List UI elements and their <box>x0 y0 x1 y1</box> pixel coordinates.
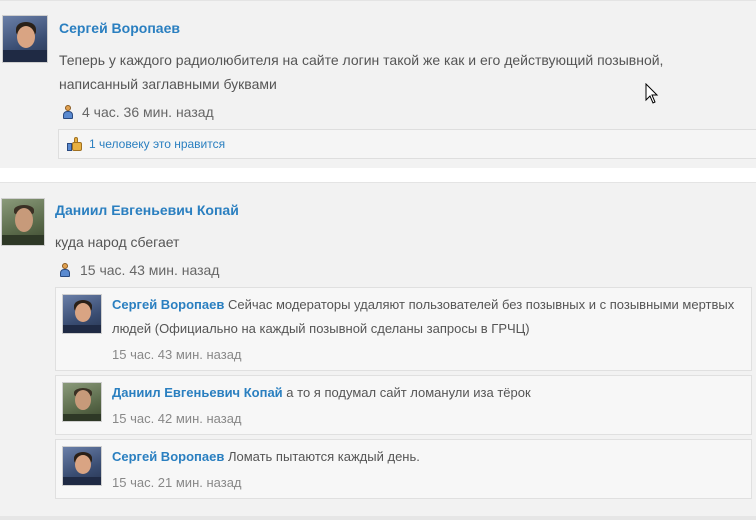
post-text: куда народ сбегает <box>55 234 180 250</box>
post-text: Теперь у каждого радиолюбителя на сайте … <box>59 52 664 92</box>
reply-body: а то я подумал сайт ломанули иза тёрок <box>286 385 531 400</box>
likes-bar: 1 человеку это нравится <box>58 129 756 159</box>
reply-text: Сергей Воропаев Ломать пытаются каждый д… <box>112 445 747 469</box>
reply-text: Даниил Евгеньевич Копай а то я подумал с… <box>112 381 747 405</box>
user-icon <box>62 105 74 121</box>
likes-link[interactable]: 1 человеку это нравится <box>89 137 225 151</box>
avatar[interactable] <box>62 446 102 486</box>
timestamp: 4 час. 36 мин. назад <box>82 104 214 120</box>
reply-text: Сергей Воропаев Сейчас модераторы удаляю… <box>112 293 747 341</box>
avatar[interactable] <box>1 198 45 246</box>
user-icon <box>59 263 71 279</box>
mouse-pointer-icon <box>645 83 659 104</box>
divider <box>0 170 756 172</box>
post-sergey: Сергей Воропаев Теперь у каждого радиолю… <box>0 0 756 168</box>
reply-item: Сергей Воропаев Ломать пытаются каждый д… <box>55 439 752 499</box>
reply-author[interactable]: Даниил Евгеньевич Копай <box>112 385 283 400</box>
avatar[interactable] <box>62 294 102 334</box>
reply-timestamp: 15 час. 21 мин. назад <box>112 475 242 490</box>
reply-item: Сергей Воропаев Сейчас модераторы удаляю… <box>55 287 752 371</box>
reply-author[interactable]: Сергей Воропаев <box>112 297 224 312</box>
divider <box>0 516 756 520</box>
author-name[interactable]: Даниил Евгеньевич Копай <box>55 202 239 218</box>
post-daniil: Даниил Евгеньевич Копай куда народ сбега… <box>0 182 756 520</box>
reply-timestamp: 15 час. 43 мин. назад <box>112 347 242 362</box>
reply-body: Ломать пытаются каждый день. <box>227 449 420 464</box>
author-name[interactable]: Сергей Воропаев <box>59 20 180 36</box>
timestamp: 15 час. 43 мин. назад <box>80 262 220 278</box>
reply-timestamp: 15 час. 42 мин. назад <box>112 411 242 426</box>
avatar[interactable] <box>62 382 102 422</box>
thumbs-up-icon[interactable] <box>67 137 83 152</box>
reply-item: Даниил Евгеньевич Копай а то я подумал с… <box>55 375 752 435</box>
reply-author[interactable]: Сергей Воропаев <box>112 449 224 464</box>
avatar[interactable] <box>2 15 48 63</box>
